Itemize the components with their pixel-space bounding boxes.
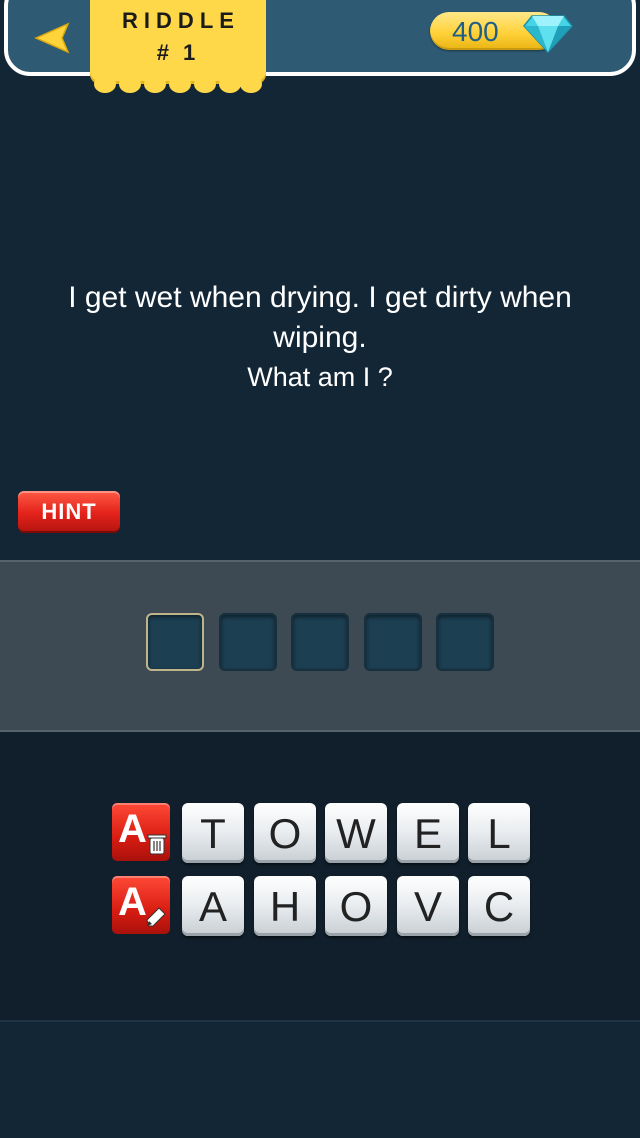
riddle-label: RIDDLE: [122, 8, 240, 33]
diamond-icon: [523, 15, 573, 54]
riddle-number: # 1: [156, 40, 200, 65]
letter-tile[interactable]: O: [254, 803, 316, 863]
letter-tile[interactable]: V: [397, 876, 459, 936]
tab-scallop: [219, 75, 241, 93]
pencil-icon: [146, 907, 166, 927]
letter-a-trash-icon: A: [118, 807, 147, 851]
answer-slot-3[interactable]: [291, 613, 349, 671]
back-button[interactable]: [32, 18, 76, 58]
reveal-letter-button[interactable]: A: [112, 876, 170, 934]
answer-slot-1[interactable]: [146, 613, 204, 671]
letter-area: [0, 732, 640, 1020]
trash-icon: [147, 834, 167, 855]
bottom-bar: [0, 1020, 640, 1138]
letter-tile[interactable]: C: [468, 876, 530, 936]
riddle-title-tab: RIDDLE # 1: [90, 0, 266, 93]
hint-button[interactable]: HINT: [18, 491, 120, 531]
answer-slots: [146, 613, 496, 673]
letter-tile[interactable]: W: [325, 803, 387, 863]
letter-tile[interactable]: H: [254, 876, 316, 936]
letter-tile[interactable]: L: [468, 803, 530, 863]
tab-scallop: [169, 75, 191, 93]
riddle-screen: RIDDLE # 1 400 I get wet when drying. I …: [0, 0, 640, 1138]
answer-slot-4[interactable]: [364, 613, 422, 671]
coin-count: 400: [452, 16, 499, 47]
remove-letters-button[interactable]: A: [112, 803, 170, 861]
tab-scallop: [144, 75, 166, 93]
answer-slot-2[interactable]: [219, 613, 277, 671]
back-arrow-icon: [34, 22, 70, 54]
answer-slot-5[interactable]: [436, 613, 494, 671]
tab-scallop: [194, 75, 216, 93]
tab-scallop: [94, 75, 116, 93]
tab-scallop: [240, 75, 262, 93]
riddle-prompt: What am I ?: [247, 362, 393, 392]
letter-tile[interactable]: O: [325, 876, 387, 936]
letter-a-pencil-icon: A: [118, 880, 147, 924]
letter-tile[interactable]: T: [182, 803, 244, 863]
riddle-question: I get wet when drying. I get dirty when …: [68, 281, 572, 354]
tab-scallop: [119, 75, 141, 93]
letter-tile[interactable]: E: [397, 803, 459, 863]
letter-tile[interactable]: A: [182, 876, 244, 936]
